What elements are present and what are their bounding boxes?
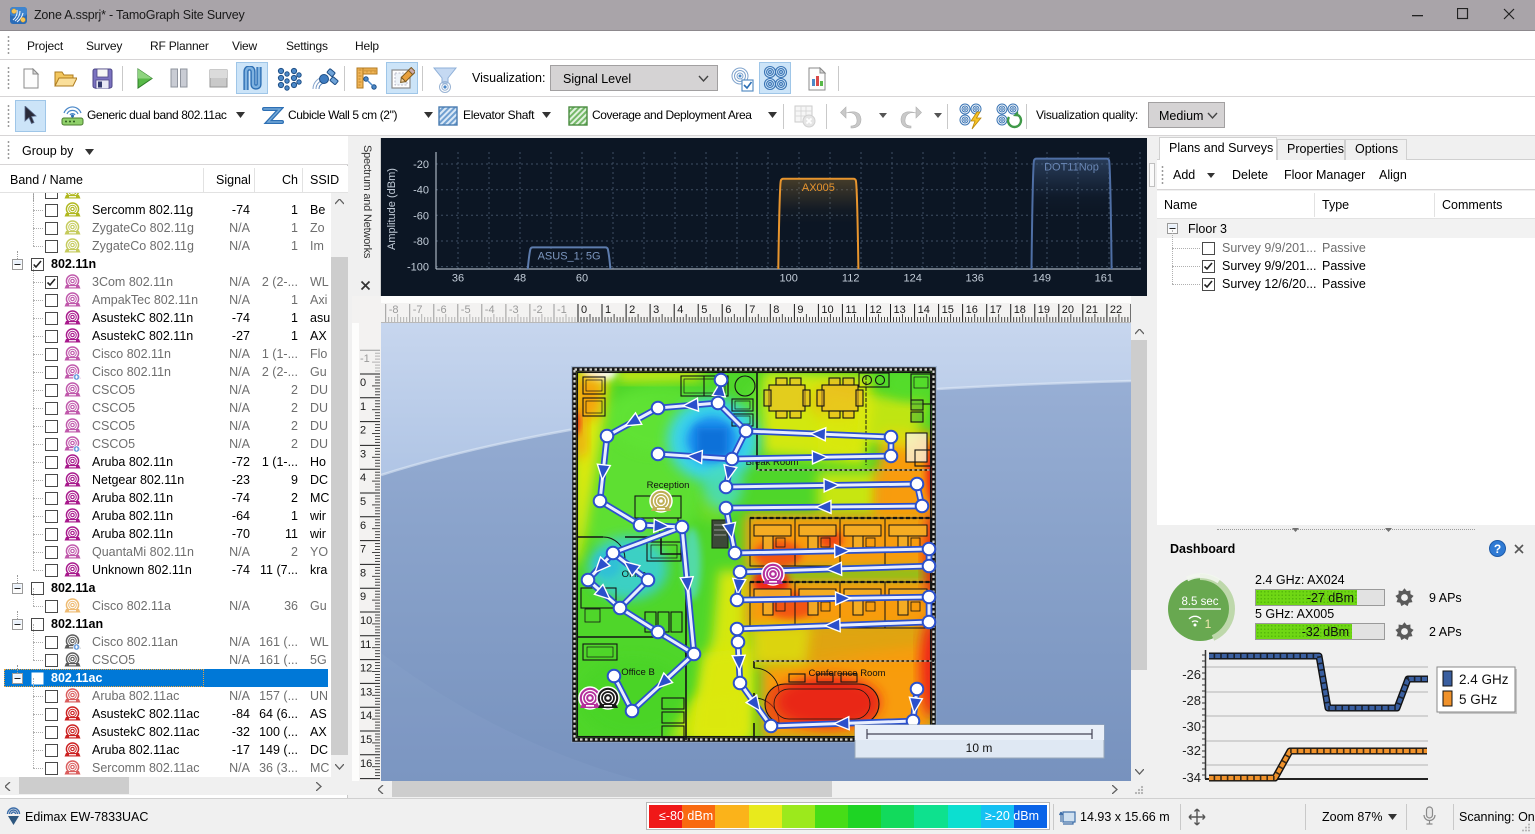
svg-text:5: 5 [360,496,366,508]
svg-text:36: 36 [452,273,464,285]
svg-text:11: 11 [360,639,371,651]
svg-text:-5: -5 [461,304,471,316]
svg-text:13: 13 [360,686,372,698]
svg-text:Office B: Office B [621,667,655,678]
svg-text:-60: -60 [413,210,429,222]
svg-text:-32: -32 [1182,743,1201,758]
svg-text:0: 0 [581,304,587,316]
svg-text:48: 48 [514,273,526,285]
svg-text:DOT11Nop: DOT11Nop [1044,162,1099,174]
svg-text:15: 15 [942,304,954,316]
svg-text:136: 136 [966,273,984,285]
svg-text:AX005: AX005 [802,182,835,194]
svg-text:-3: -3 [509,304,519,316]
svg-text:8.5 sec: 8.5 sec [1181,596,1218,608]
svg-text:17: 17 [990,304,1002,316]
svg-text:-7: -7 [413,304,423,316]
svg-text:-100: -100 [407,262,429,274]
svg-text:?: ? [1494,542,1501,556]
svg-text:-30: -30 [1182,719,1201,734]
svg-text:15: 15 [360,734,372,746]
svg-text:-28: -28 [1182,693,1201,708]
svg-text:Amplitude (dBm): Amplitude (dBm) [386,168,398,250]
svg-text:161: 161 [1095,273,1113,285]
svg-text:-2: -2 [533,304,543,316]
svg-text:112: 112 [842,273,860,285]
svg-text:2.4 GHz: 2.4 GHz [1459,672,1509,687]
svg-text:9: 9 [360,591,366,603]
svg-text:2: 2 [629,304,635,316]
svg-text:10: 10 [360,615,372,627]
svg-text:7: 7 [749,304,755,316]
svg-text:-6: -6 [437,304,447,316]
svg-text:16: 16 [360,758,372,770]
svg-text:2: 2 [360,425,366,437]
svg-text:-1: -1 [360,353,370,365]
svg-text:14: 14 [360,710,372,722]
svg-text:9: 9 [797,304,803,316]
svg-text:19: 19 [1038,304,1050,316]
svg-text:124: 124 [904,273,922,285]
svg-text:8: 8 [360,567,366,579]
svg-text:6: 6 [725,304,731,316]
svg-text:3: 3 [360,448,366,460]
svg-text:0: 0 [360,377,366,389]
svg-text:4: 4 [360,472,366,484]
svg-text:-8: -8 [389,304,399,316]
svg-text:13: 13 [894,304,906,316]
svg-text:149: 149 [1033,273,1051,285]
svg-text:ASUS_1: 5G: ASUS_1: 5G [538,250,601,262]
svg-text:1: 1 [605,304,611,316]
svg-text:11: 11 [845,304,856,316]
svg-text:18: 18 [1014,304,1026,316]
svg-text:5 GHz: 5 GHz [1459,692,1498,707]
svg-text:10 m: 10 m [966,741,993,755]
svg-text:20: 20 [1062,304,1074,316]
svg-text:-26: -26 [1182,667,1201,682]
svg-text:12: 12 [360,663,372,675]
svg-text:-34: -34 [1182,770,1201,785]
svg-text:-4: -4 [485,304,495,316]
svg-text:3: 3 [653,304,659,316]
svg-text:-40: -40 [413,185,429,197]
svg-text:1: 1 [360,401,366,413]
svg-text:-20: -20 [413,159,429,171]
svg-text:14: 14 [918,304,930,316]
svg-text:Reception: Reception [647,480,690,491]
svg-text:7: 7 [360,544,366,556]
svg-text:12: 12 [870,304,882,316]
svg-text:6: 6 [360,520,366,532]
svg-text:-80: -80 [413,236,429,248]
svg-text:10: 10 [821,304,833,316]
svg-text:1: 1 [1205,617,1212,631]
svg-text:8: 8 [773,304,779,316]
svg-text:5: 5 [701,304,707,316]
svg-text:22: 22 [1110,304,1122,316]
svg-text:16: 16 [966,304,978,316]
svg-text:4: 4 [677,304,683,316]
svg-text:100: 100 [780,273,798,285]
svg-text:Conference Room: Conference Room [808,668,885,679]
svg-text:-1: -1 [557,304,567,316]
svg-text:21: 21 [1086,304,1098,316]
svg-text:60: 60 [576,273,588,285]
